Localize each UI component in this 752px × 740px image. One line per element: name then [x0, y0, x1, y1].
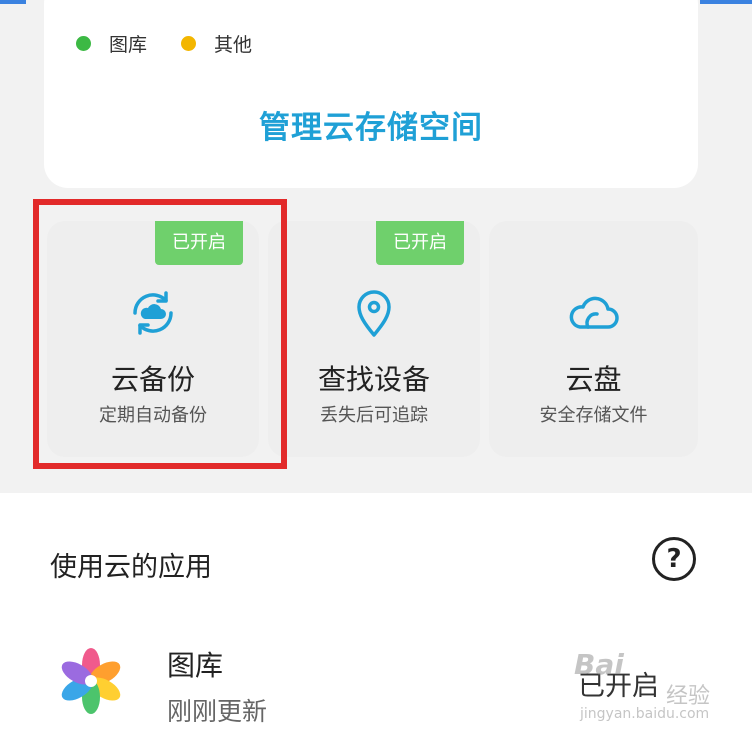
- tile-subtitle: 安全存储文件: [539, 405, 648, 426]
- watermark: Bai 经验 jingyan.baidu.com: [574, 646, 744, 734]
- gallery-flower-icon[interactable]: [58, 648, 124, 714]
- tile-find-device[interactable]: 已开启 查找设备 丢失后可追踪: [268, 221, 480, 457]
- watermark-logo: Bai: [574, 648, 624, 681]
- tile-subtitle: 丢失后可追踪: [320, 405, 428, 426]
- legend-label-other: 其他: [214, 34, 253, 56]
- tile-title: 云盘: [565, 363, 622, 396]
- legend-label-gallery: 图库: [109, 34, 148, 56]
- location-pin-icon: [357, 290, 391, 337]
- manage-storage-button[interactable]: 管理云存储空间: [44, 102, 698, 147]
- top-edge-left: [0, 0, 26, 4]
- legend-item-gallery: 图库: [76, 30, 147, 57]
- storage-card: 图库 其他 管理云存储空间: [44, 0, 698, 188]
- status-badge: 已开启: [376, 221, 464, 265]
- question-circle-icon[interactable]: ?: [652, 537, 696, 581]
- legend-item-other: 其他: [181, 30, 252, 57]
- section-title: 使用云的应用: [50, 552, 212, 583]
- app-subtitle: 刚刚更新: [167, 697, 268, 726]
- legend-dot-gallery: [76, 36, 91, 51]
- tile-title: 查找设备: [317, 363, 430, 396]
- tile-cloud-drive[interactable]: 云盘 安全存储文件: [489, 221, 698, 457]
- top-edge-right: [700, 0, 752, 4]
- legend-dot-other: [181, 36, 197, 51]
- highlight-box: [33, 199, 287, 469]
- storage-legend: 图库 其他: [76, 30, 286, 57]
- cloud-icon: [569, 296, 619, 329]
- watermark-url: jingyan.baidu.com: [580, 706, 710, 722]
- app-name: 图库: [167, 649, 224, 682]
